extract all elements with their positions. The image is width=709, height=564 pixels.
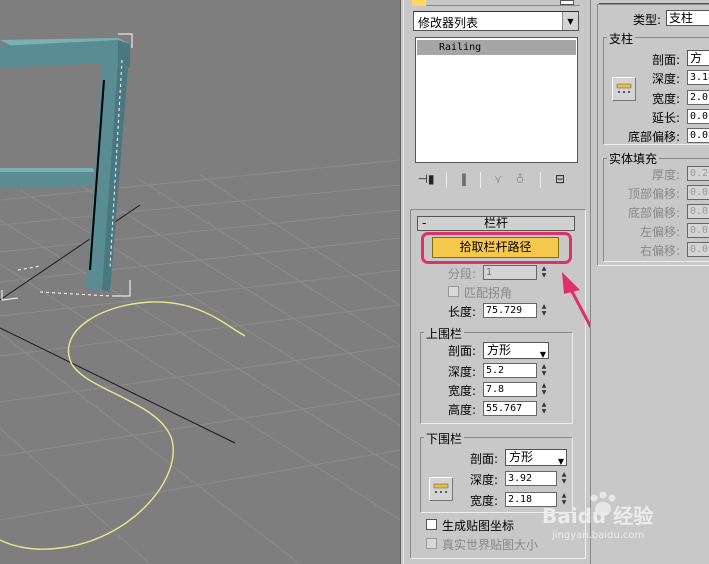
object-color-swatch[interactable] bbox=[412, 0, 426, 6]
lower-width-label: 宽度: bbox=[470, 494, 499, 508]
chevron-down-icon[interactable]: ▼ bbox=[562, 12, 578, 30]
posts-title: 支柱 bbox=[607, 30, 636, 47]
top-height-input[interactable]: 55.767 bbox=[483, 401, 537, 416]
perspective-viewport[interactable] bbox=[0, 0, 400, 564]
panel-top-strip bbox=[412, 0, 580, 6]
length-input[interactable]: 75.729 bbox=[483, 303, 537, 318]
posts-depth-input[interactable]: 3.18 bbox=[687, 70, 709, 85]
spacing-tool-icon bbox=[433, 483, 449, 493]
fill-right-offset-input[interactable]: 0.0 bbox=[687, 242, 709, 257]
grid-axis-x bbox=[0, 204, 141, 301]
configure-sets-icon[interactable]: ⊟ bbox=[550, 170, 570, 188]
length-spinner[interactable]: ▲ ▼ bbox=[539, 303, 549, 318]
posts-bottom-offset-label: 底部偏移: bbox=[628, 130, 681, 144]
posts-width-input[interactable]: 2.0 bbox=[687, 90, 709, 105]
posts-profile-dropdown[interactable]: 方形 bbox=[687, 50, 709, 66]
posts-bottom-offset-input[interactable]: 0.0 bbox=[687, 128, 709, 143]
posts-width-label: 宽度: bbox=[652, 92, 681, 106]
top-profile-dropdown[interactable]: 方形 ▼ bbox=[483, 342, 549, 359]
lower-rail-title: 下围栏 bbox=[424, 430, 465, 447]
fill-top-offset-input[interactable]: 0.0 bbox=[687, 185, 709, 200]
type-dropdown[interactable]: 支柱 bbox=[666, 10, 709, 26]
top-height-spinner[interactable]: ▲ ▼ bbox=[539, 401, 549, 416]
railing-params-panel: 类型: 支柱 支柱 剖面: 方形 深度: 3.18 宽度: 2.0 延长: 0.… bbox=[590, 0, 709, 564]
lower-width-input[interactable]: 2.18 bbox=[505, 492, 557, 507]
top-depth-spinner[interactable]: ▲ ▼ bbox=[539, 363, 549, 378]
fill-thickness-label: 厚度: bbox=[652, 168, 681, 182]
viewport-grid bbox=[0, 159, 400, 564]
top-depth-label: 深度: bbox=[448, 365, 477, 379]
modifier-list-dropdown[interactable]: 修改器列表 ▼ bbox=[413, 11, 579, 31]
real-world-checkbox[interactable] bbox=[426, 538, 437, 549]
modifier-stack[interactable]: Railing bbox=[415, 37, 578, 163]
real-world-label: 真实世界贴图大小 bbox=[442, 538, 539, 552]
top-profile-value: 方形 bbox=[487, 343, 512, 357]
modifier-list-label: 修改器列表 bbox=[418, 16, 479, 30]
railing-path-spline bbox=[0, 301, 246, 550]
rollout-title: 栏杆 bbox=[483, 216, 508, 230]
lower-rail-spacing-button[interactable] bbox=[429, 477, 453, 501]
match-corners-checkbox[interactable] bbox=[448, 286, 459, 297]
posts-extension-input[interactable]: 0.0 bbox=[687, 109, 709, 124]
posts-spacing-button[interactable] bbox=[612, 77, 636, 101]
length-label: 长度: bbox=[448, 305, 477, 319]
gen-mapping-label: 生成贴图坐标 bbox=[442, 519, 515, 533]
annotation-highlight bbox=[421, 232, 572, 264]
lower-profile-value: 方形 bbox=[509, 450, 534, 464]
rollout-title-bar[interactable]: - 栏杆 bbox=[417, 216, 575, 231]
show-end-result-icon[interactable]: ‖ bbox=[454, 170, 474, 188]
lower-depth-input[interactable]: 3.92 bbox=[505, 471, 557, 486]
top-width-label: 宽度: bbox=[448, 384, 477, 398]
posts-depth-label: 深度: bbox=[652, 72, 681, 86]
lower-profile-label: 剖面: bbox=[470, 452, 499, 466]
top-rail-title: 上围栏 bbox=[424, 325, 465, 342]
fill-right-offset-label: 右偏移: bbox=[640, 244, 681, 258]
lower-width-spinner[interactable]: ▲ ▼ bbox=[559, 492, 569, 507]
fill-bottom-offset-input[interactable]: 0.0 bbox=[687, 204, 709, 219]
gen-mapping-checkbox[interactable] bbox=[426, 519, 437, 530]
command-panel: 修改器列表 ▼ Railing ⊣▮ ‖ ⋎ ♁ ⊟ - 栏杆 拾取栏杆路径 分… bbox=[404, 0, 666, 564]
viewport-scene bbox=[0, 33, 400, 564]
match-corners-label: 匹配拐角 bbox=[464, 286, 513, 300]
type-label: 类型: bbox=[633, 13, 662, 27]
make-unique-icon[interactable]: ⋎ bbox=[488, 170, 508, 188]
fill-top-offset-label: 顶部偏移: bbox=[628, 187, 681, 201]
posts-extension-label: 延长: bbox=[652, 111, 681, 125]
stack-item-railing[interactable]: Railing bbox=[417, 40, 576, 55]
segments-label: 分段: bbox=[448, 267, 477, 281]
name-field-edge[interactable] bbox=[560, 0, 574, 5]
pin-stack-icon[interactable]: ⊣▮ bbox=[416, 170, 436, 188]
collapse-icon[interactable]: - bbox=[422, 217, 426, 230]
stack-toolbar: ⊣▮ ‖ ⋎ ♁ ⊟ bbox=[416, 170, 576, 190]
top-width-input[interactable]: 7.8 bbox=[483, 382, 537, 397]
remove-modifier-icon[interactable]: ♁ bbox=[510, 170, 530, 188]
chevron-down-icon: ▼ bbox=[539, 350, 546, 359]
top-depth-input[interactable]: 5.2 bbox=[483, 363, 537, 378]
segments-input[interactable]: 1 bbox=[483, 265, 537, 280]
top-width-spinner[interactable]: ▲ ▼ bbox=[539, 382, 549, 397]
spacing-tool-icon bbox=[616, 83, 632, 93]
top-profile-label: 剖面: bbox=[448, 344, 477, 358]
top-height-label: 高度: bbox=[448, 403, 477, 417]
fill-bottom-offset-label: 底部偏移: bbox=[628, 206, 681, 220]
fill-left-offset-input[interactable]: 0.0 bbox=[687, 223, 709, 238]
solid-fill-title: 实体填充 bbox=[607, 150, 660, 167]
fill-thickness-input[interactable]: 0.2 bbox=[687, 166, 709, 181]
lower-depth-label: 深度: bbox=[470, 473, 499, 487]
fill-left-offset-label: 左偏移: bbox=[640, 225, 681, 239]
segments-spinner[interactable]: ▲ ▼ bbox=[539, 265, 549, 280]
posts-profile-label: 剖面: bbox=[652, 53, 681, 67]
